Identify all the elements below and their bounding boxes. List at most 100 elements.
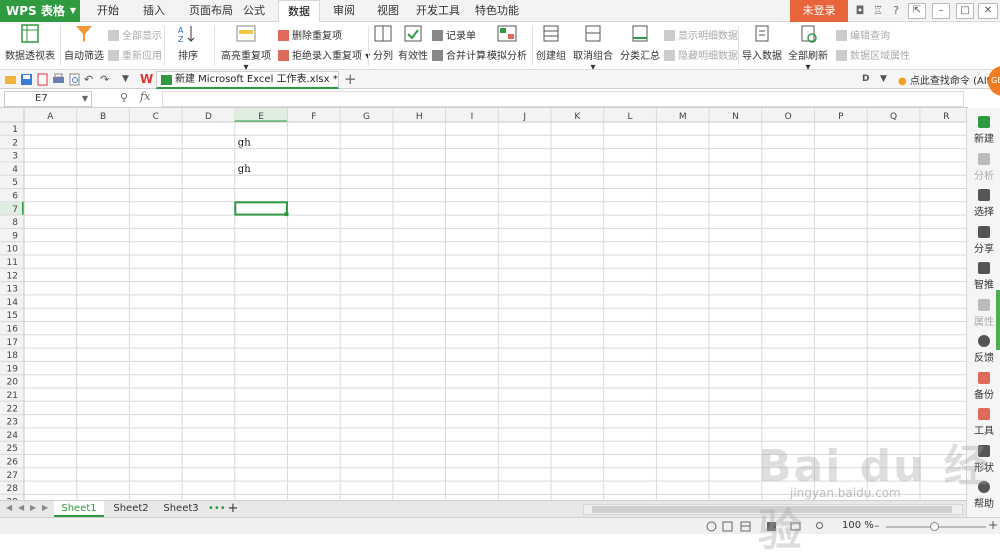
restore-icon[interactable]: ⇱ [908,3,926,19]
consolidate-button[interactable]: 合并计算 [432,47,486,62]
sort-button[interactable]: AZ 排序 [168,24,208,62]
print-icon[interactable] [52,73,65,86]
row-header-19[interactable]: 19 [7,364,19,374]
range-properties-button[interactable]: 数据区域属性 [836,47,910,62]
row-header-23[interactable]: 23 [7,418,18,428]
undo-icon[interactable]: ↶ [84,73,97,86]
panel-scroll-indicator[interactable] [996,290,1000,350]
print-preview-icon[interactable] [68,73,81,86]
tab-formula[interactable]: 公式 [234,0,274,22]
refresh-all-button[interactable]: 全部刷新 ▾ [784,24,832,73]
column-header-n[interactable]: N [732,112,739,122]
hide-detail-button[interactable]: 隐藏明细数据 [664,47,738,62]
row-header-16[interactable]: 16 [7,325,19,335]
document-d-icon[interactable]: D [862,73,875,86]
cell-e4[interactable]: gh [238,164,251,175]
redo-icon[interactable]: ↷ [100,73,113,86]
row-header-4[interactable]: 4 [12,165,18,175]
more-sheets-button[interactable]: ••• [208,501,226,517]
login-button[interactable]: 未登录 [790,0,848,22]
tab-data[interactable]: 数据 [278,0,320,23]
add-sheet-button[interactable]: + [226,501,240,517]
sheet-tab-2[interactable]: Sheet2 [106,501,156,517]
row-header-7[interactable]: 7 [12,205,18,215]
selected-cell-outline[interactable] [234,201,289,216]
what-if-button[interactable]: 模拟分析 [486,24,528,62]
row-header-25[interactable]: 25 [7,444,18,454]
autofilter-button[interactable]: 自动筛选 [64,24,104,62]
insert-function-icon[interactable]: fx [140,90,150,103]
open-folder-icon[interactable] [4,73,17,86]
cell-e2[interactable]: gh [238,137,251,148]
column-header-g[interactable]: G [363,112,370,122]
wps-w-icon[interactable]: W [140,73,153,86]
sheet-tab-1[interactable]: Sheet1 [54,501,104,517]
reapply-button[interactable]: 重新应用 [108,47,162,62]
panel-share-button[interactable]: 分享 [967,225,1000,255]
reject-duplicates-button[interactable]: 拒绝录入重复项 ▾ [278,47,370,62]
eye-protect-icon[interactable] [722,521,733,532]
shirt-icon[interactable]: ♖ [870,3,886,19]
import-data-button[interactable]: 导入数据 [742,24,782,62]
panel-select-button[interactable]: 选择 [967,189,1000,218]
column-header-d[interactable]: D [205,112,212,122]
column-header-h[interactable]: H [416,112,423,122]
pdf-icon[interactable] [36,73,49,86]
backup-clock-icon[interactable] [706,521,717,532]
new-tab-button[interactable]: + [344,70,357,88]
sheet-tab-3[interactable]: Sheet3 [156,501,206,517]
normal-view-icon[interactable] [740,521,751,532]
show-all-button[interactable]: 全部显示 [108,27,162,42]
panel-analyze-button[interactable]: 分析 [967,152,1000,182]
command-search[interactable]: ● 点此查找命令 (Alt+ [898,72,999,87]
last-sheet-icon[interactable]: ▶ [42,503,48,512]
row-header-9[interactable]: 9 [12,231,18,241]
tab-view[interactable]: 视图 [368,0,408,22]
row-header-28[interactable]: 28 [7,484,19,494]
tab-special[interactable]: 特色功能 [468,0,526,22]
row-header-3[interactable]: 3 [12,152,18,162]
expand-dropdown-icon[interactable]: ▼ [880,73,893,86]
row-header-5[interactable]: 5 [12,178,18,188]
prev-sheet-icon[interactable]: ◀ [18,503,24,512]
subtotal-button[interactable]: 分类汇总 [620,24,660,62]
remove-duplicates-button[interactable]: 删除重复项 [278,27,342,42]
tab-review[interactable]: 审阅 [324,0,364,22]
panel-recommend-button[interactable]: 智推 [967,262,1000,291]
split-column-button[interactable]: 分列 [370,24,396,62]
first-sheet-icon[interactable]: ◀ [6,503,12,512]
column-header-r[interactable]: R [943,112,949,122]
row-header-11[interactable]: 11 [7,258,18,268]
column-header-j[interactable]: J [522,112,526,122]
document-tab[interactable]: 新建 Microsoft Excel 工作表.xlsx * [156,71,339,89]
row-header-15[interactable]: 15 [7,311,18,321]
panel-new-button[interactable]: 新建 [967,116,1000,145]
formula-input[interactable] [162,91,964,107]
save-icon[interactable] [20,73,33,86]
create-group-button[interactable]: 创建组 [536,24,566,62]
customize-dropdown-icon[interactable]: ▼ [122,73,135,86]
fill-handle[interactable] [284,212,289,217]
tab-developer[interactable]: 开发工具 [412,0,464,22]
row-header-1[interactable]: 1 [12,125,18,135]
column-header-p[interactable]: P [838,112,844,122]
row-header-13[interactable]: 13 [7,285,18,295]
wps-logo-menu[interactable]: WPS 表格 ▼ [0,0,80,22]
column-header-o[interactable]: O [785,112,792,122]
column-header-m[interactable]: M [679,112,687,122]
column-header-e[interactable]: E [258,112,264,122]
row-header-27[interactable]: 27 [7,471,18,481]
row-header-8[interactable]: 8 [12,218,18,228]
show-detail-button[interactable]: 显示明细数据 [664,27,738,42]
close-icon[interactable]: ✕ [978,3,998,19]
column-header-i[interactable]: I [471,112,474,122]
column-header-b[interactable]: B [100,112,106,122]
row-header-20[interactable]: 20 [7,378,19,388]
tab-page-layout[interactable]: 页面布局 [182,0,240,22]
row-header-21[interactable]: 21 [7,391,18,401]
maximize-icon[interactable]: □ [956,3,974,19]
name-box[interactable]: E7 ▼ [4,91,92,107]
help-icon[interactable]: ? [888,3,904,19]
column-header-c[interactable]: C [153,112,159,122]
row-header-2[interactable]: 2 [12,138,18,148]
